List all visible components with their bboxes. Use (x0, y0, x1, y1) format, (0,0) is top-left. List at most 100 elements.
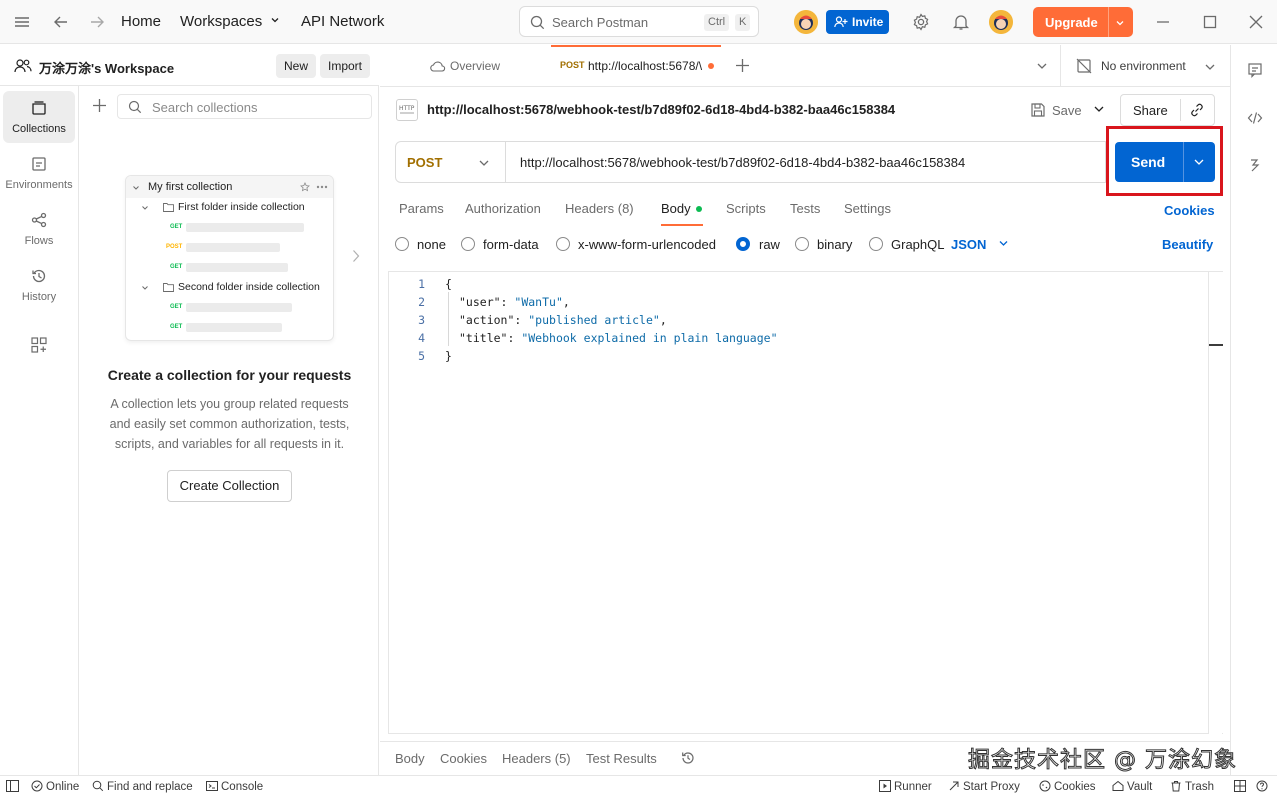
collections-search-input[interactable]: Search collections (117, 94, 372, 119)
tab-settings[interactable]: Settings (844, 201, 891, 216)
close-icon[interactable] (1246, 12, 1266, 32)
response-tab-headers[interactable]: Headers (5) (502, 751, 571, 766)
create-collection-button[interactable]: Create Collection (167, 470, 292, 502)
response-tab-test-results[interactable]: Test Results (586, 751, 657, 766)
save-button[interactable]: Save (1030, 100, 1090, 122)
find-replace-button[interactable]: Find and replace (92, 780, 193, 793)
vault-button[interactable]: Vault (1112, 780, 1152, 793)
method-select[interactable]: POST (396, 142, 506, 182)
send-button[interactable]: Send (1115, 142, 1215, 182)
configure-sidebar-icon[interactable] (31, 337, 47, 353)
cookies-button[interactable]: Cookies (1039, 780, 1096, 793)
tab-tests[interactable]: Tests (790, 201, 820, 216)
trash-label: Trash (1185, 781, 1214, 793)
tab-body[interactable]: Body (661, 201, 691, 216)
illustration-placeholder-bar (186, 243, 280, 252)
radio-form-data[interactable] (461, 237, 475, 251)
tab-authorization[interactable]: Authorization (465, 201, 541, 216)
chevron-down-icon (133, 186, 139, 190)
comments-icon[interactable] (1247, 62, 1263, 78)
tab-scripts[interactable]: Scripts (726, 201, 766, 216)
notifications-bell-icon[interactable] (951, 12, 971, 32)
online-status[interactable]: Online (31, 780, 79, 793)
console-button[interactable]: Console (206, 780, 263, 793)
forward-arrow-icon[interactable] (87, 12, 107, 32)
url-input[interactable]: http://localhost:5678/webhook-test/b7d89… (520, 155, 965, 170)
radio-binary[interactable] (795, 237, 809, 251)
sidebar-item-collections[interactable]: Collections (3, 91, 75, 143)
workspace-name[interactable]: 万涂万涂's Workspace (39, 58, 174, 77)
tab-active-request[interactable]: POST http://localhost:5678/\ (551, 45, 721, 87)
avatar[interactable] (794, 10, 818, 34)
save-icon (1031, 103, 1045, 117)
new-button[interactable]: New (276, 54, 317, 78)
send-separator (1183, 142, 1184, 182)
back-arrow-icon[interactable] (51, 12, 71, 32)
trash-button[interactable]: Trash (1170, 780, 1214, 793)
cookies-link[interactable]: Cookies (1164, 203, 1215, 218)
import-button[interactable]: Import (320, 54, 371, 78)
radio-raw[interactable] (736, 237, 750, 251)
editor-scrollbar[interactable] (1208, 272, 1223, 734)
new-tab-icon[interactable] (735, 58, 750, 73)
nav-workspaces[interactable]: Workspaces (180, 13, 280, 30)
add-collection-icon[interactable] (92, 98, 107, 113)
json-comma: , (562, 295, 570, 309)
overview-icon (430, 61, 446, 72)
response-tab-body[interactable]: Body (395, 751, 425, 766)
related-collections-icon[interactable] (1247, 157, 1263, 173)
copy-link-icon[interactable] (1189, 102, 1205, 118)
start-proxy-button[interactable]: Start Proxy (948, 780, 1020, 793)
save-label: Save (1052, 103, 1082, 118)
collections-search-placeholder: Search collections (152, 100, 258, 115)
tab-method: POST (560, 60, 585, 70)
menu-icon[interactable] (12, 12, 32, 32)
history-icon[interactable] (680, 750, 696, 766)
code-snippet-icon[interactable] (1247, 110, 1263, 126)
radio-urlencoded-label: x-www-form-urlencoded (578, 237, 716, 252)
upgrade-label: Upgrade (1045, 15, 1098, 30)
sidebar-item-environments[interactable]: Environments (3, 147, 75, 199)
maximize-icon[interactable] (1200, 12, 1220, 32)
tab-overview[interactable]: Overview (428, 45, 548, 87)
format-select[interactable]: JSON (951, 237, 1009, 252)
share-button[interactable]: Share (1133, 103, 1168, 118)
tab-headers[interactable]: Headers (8) (565, 201, 634, 216)
json-value: "Webhook explained in plain language" (521, 331, 778, 345)
chevron-down-icon[interactable] (1193, 157, 1205, 167)
radio-none[interactable] (395, 237, 409, 251)
tab-request-title: http://localhost:5678/\ (588, 59, 703, 73)
radio-binary-label: binary (817, 237, 853, 252)
nav-home[interactable]: Home (121, 13, 161, 30)
request-name[interactable]: http://localhost:5678/webhook-test/b7d89… (427, 102, 895, 117)
nav-api-network[interactable]: API Network (301, 13, 384, 30)
status-bar: Online Find and replace Console Runner S… (0, 775, 1277, 796)
tab-params[interactable]: Params (399, 201, 444, 216)
user-avatar[interactable] (989, 10, 1013, 34)
code-editor[interactable]: 1 { 2 "user": "WanTu", 3 "action": "publ… (388, 271, 1223, 734)
environment-selector[interactable]: No environment (1074, 45, 1224, 87)
divider (1060, 45, 1061, 87)
runner-button[interactable]: Runner (879, 780, 932, 793)
beautify-link[interactable]: Beautify (1162, 237, 1213, 252)
sidebar-item-flows[interactable]: Flows (3, 203, 75, 255)
global-search[interactable]: Search Postman Ctrl K (519, 6, 759, 37)
upgrade-button[interactable]: Upgrade (1033, 7, 1133, 37)
toggle-sidebar-icon[interactable] (6, 780, 22, 793)
radio-graphql[interactable] (869, 237, 883, 251)
save-options-chevron-icon[interactable] (1093, 104, 1105, 114)
line-number: 3 (418, 313, 425, 327)
send-label: Send (1131, 154, 1166, 170)
settings-gear-icon[interactable] (911, 12, 931, 32)
layout-grid-icon[interactable] (1234, 780, 1249, 793)
radio-urlencoded[interactable] (556, 237, 570, 251)
tabs-dropdown-chevron-icon[interactable] (1036, 61, 1048, 71)
cookies-label: Cookies (1054, 781, 1096, 793)
scrollbar-thumb[interactable] (1209, 344, 1223, 346)
response-tab-cookies[interactable]: Cookies (440, 751, 487, 766)
help-icon[interactable] (1256, 780, 1271, 793)
sidebar-item-history[interactable]: History (3, 259, 75, 311)
invite-button[interactable]: Invite (826, 10, 889, 34)
minimize-icon[interactable] (1153, 12, 1173, 32)
chevron-right-icon[interactable] (352, 249, 360, 263)
